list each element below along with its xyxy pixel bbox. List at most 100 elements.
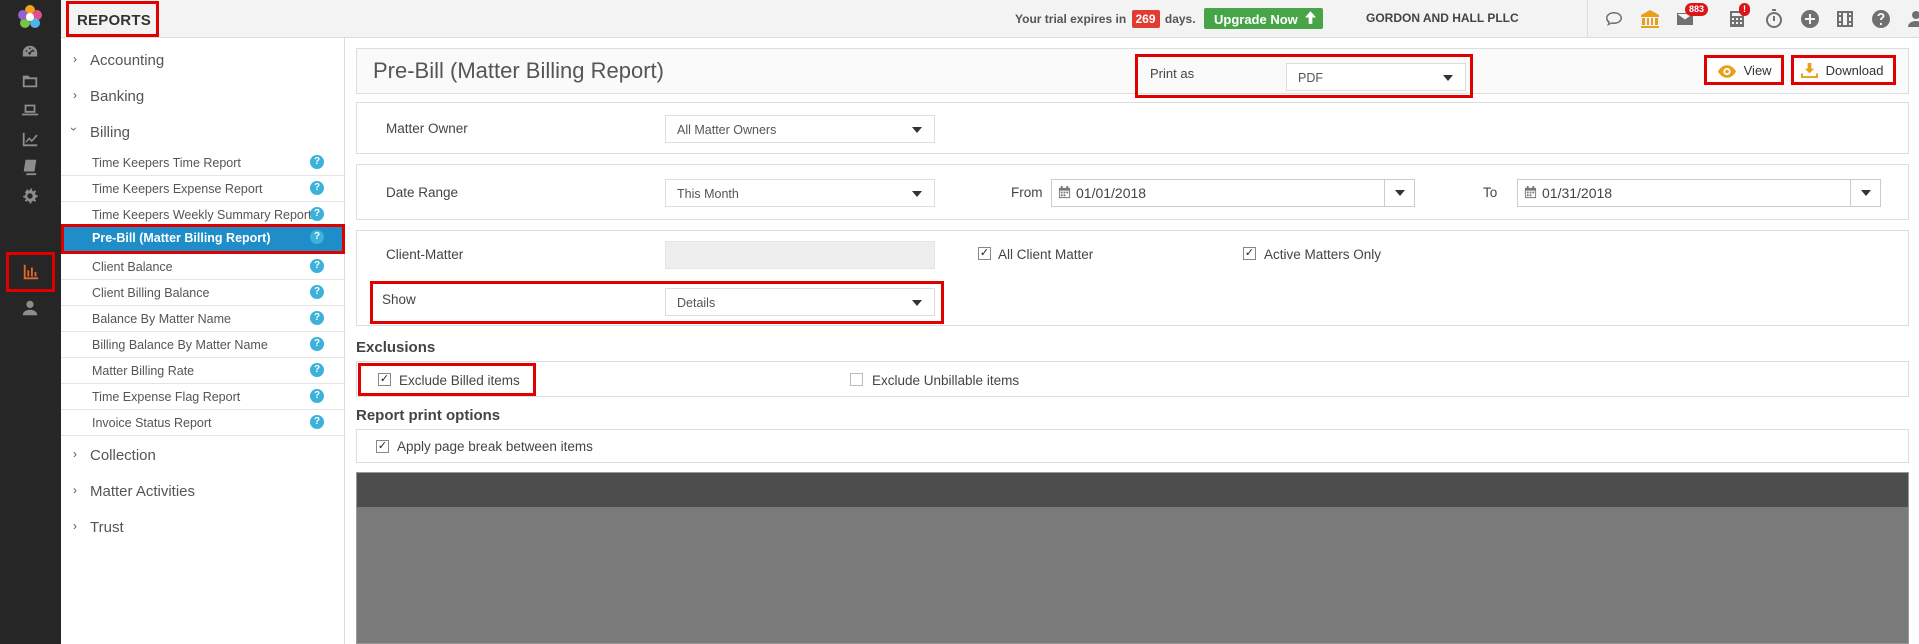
folder-icon[interactable]	[18, 69, 42, 93]
sidebar-group-trust[interactable]: › Trust	[61, 508, 345, 544]
matter-owner-label: Matter Owner	[386, 121, 468, 136]
exclusions-title: Exclusions	[356, 339, 436, 356]
help-circle-icon[interactable]: ?	[310, 155, 324, 169]
matter-owner-select[interactable]: All Matter Owners	[665, 115, 935, 143]
sidebar-item-label: Pre-Bill (Matter Billing Report)	[92, 231, 271, 245]
chart-line-icon[interactable]	[18, 127, 42, 151]
exclude-billed-checkbox[interactable]: ✓	[378, 373, 391, 386]
from-date-dropdown[interactable]	[1384, 180, 1414, 206]
arrow-up-icon	[1305, 11, 1317, 27]
date-range-select[interactable]: This Month	[665, 179, 935, 207]
bank-icon[interactable]	[1638, 7, 1662, 31]
view-button[interactable]: View	[1704, 55, 1784, 85]
sidebar-group-collection[interactable]: › Collection	[61, 436, 345, 472]
caret-down-icon	[912, 300, 922, 306]
sidebar-group-label: Matter Activities	[90, 483, 196, 500]
date-range-label: Date Range	[386, 185, 459, 200]
show-select[interactable]: Details	[665, 288, 935, 316]
show-group: Show Details	[370, 281, 944, 324]
help-circle-icon[interactable]: ?	[310, 363, 324, 377]
trial-suffix: days.	[1164, 12, 1196, 26]
sidebar-item-time-expense-flag-report[interactable]: Time Expense Flag Report ?	[61, 384, 345, 410]
help-circle-icon[interactable]: ?	[310, 207, 324, 221]
sidebar-item-balance-by-matter-name[interactable]: Balance By Matter Name ?	[61, 306, 345, 332]
eye-icon	[1718, 65, 1736, 81]
caret-down-icon	[912, 191, 922, 197]
from-label: From	[1011, 185, 1043, 200]
view-label: View	[1743, 63, 1772, 78]
exclude-unbillable-checkbox[interactable]	[850, 373, 863, 386]
page-break-checkbox[interactable]: ✓	[376, 440, 389, 453]
sidebar-group-label: Billing	[90, 124, 131, 141]
bar-chart-icon[interactable]	[6, 252, 55, 292]
to-date-field[interactable]: 01/31/2018	[1517, 179, 1881, 207]
mail-icon[interactable]: 883	[1673, 3, 1709, 31]
all-client-matter-checkbox[interactable]: ✓	[978, 247, 991, 260]
sidebar-group-banking[interactable]: › Banking	[61, 77, 345, 113]
reports-sidebar: › Accounting › Banking › Billing Time Ke…	[61, 38, 345, 644]
help-circle-icon[interactable]: ?	[310, 181, 324, 195]
sidebar-group-matter-activities[interactable]: › Matter Activities	[61, 472, 345, 508]
sidebar-group-accounting[interactable]: › Accounting	[61, 41, 345, 77]
active-matters-only-label: Active Matters Only	[1264, 247, 1382, 262]
sidebar-group-billing[interactable]: › Billing	[61, 113, 345, 149]
user-icon[interactable]	[1904, 7, 1919, 31]
to-date-value: 01/31/2018	[1542, 185, 1613, 201]
help-circle-icon[interactable]: ?	[310, 337, 324, 351]
sidebar-item-time-keepers-expense-report[interactable]: Time Keepers Expense Report ?	[61, 176, 345, 202]
calculator-alert-badge: !	[1739, 3, 1750, 16]
to-label: To	[1483, 185, 1498, 200]
upgrade-label: Upgrade Now	[1214, 12, 1298, 27]
to-date-dropdown[interactable]	[1850, 180, 1880, 206]
calculator-icon[interactable]: !	[1725, 3, 1750, 31]
help-circle-icon[interactable]: ?	[310, 230, 324, 244]
download-button[interactable]: Download	[1791, 55, 1896, 85]
settings-icon[interactable]	[18, 184, 42, 208]
dashboard-icon[interactable]	[18, 40, 42, 64]
book-icon[interactable]	[18, 155, 42, 179]
exclude-billed-label: Exclude Billed items	[399, 373, 520, 388]
sidebar-item-time-keepers-time-report[interactable]: Time Keepers Time Report ?	[61, 150, 345, 176]
sidebar-item-label: Client Billing Balance	[92, 286, 210, 300]
caret-down-icon	[1861, 190, 1871, 196]
from-date-field[interactable]: 01/01/2018	[1051, 179, 1415, 207]
print-as-value: PDF	[1298, 71, 1323, 85]
matter-owner-value: All Matter Owners	[677, 123, 777, 137]
top-bar: REPORTS Your trial expires in 269 days. …	[61, 0, 1919, 38]
client-matter-input[interactable]	[665, 241, 935, 269]
chat-icon[interactable]	[1602, 7, 1626, 31]
upgrade-button[interactable]: Upgrade Now	[1204, 8, 1323, 29]
sidebar-group-label: Accounting	[90, 52, 165, 69]
chevron-down-icon: ›	[67, 127, 81, 131]
sidebar-item-label: Time Keepers Weekly Summary Report	[92, 208, 312, 222]
app-logo-icon[interactable]	[15, 2, 45, 32]
laptop-icon[interactable]	[18, 98, 42, 122]
report-header-panel: Pre-Bill (Matter Billing Report) Print a…	[356, 48, 1909, 98]
sidebar-item-client-billing-balance[interactable]: Client Billing Balance ?	[61, 280, 345, 306]
sidebar-item-client-balance[interactable]: Client Balance ?	[61, 254, 345, 280]
report-preview	[356, 472, 1909, 644]
print-as-group: Print as PDF	[1135, 54, 1473, 98]
sidebar-item-invoice-status-report[interactable]: Invoice Status Report ?	[61, 410, 345, 436]
matter-owner-panel: Matter Owner All Matter Owners	[356, 102, 1909, 154]
download-label: Download	[1825, 63, 1884, 78]
sidebar-item-pre-bill[interactable]: Pre-Bill (Matter Billing Report) ?	[61, 224, 345, 254]
help-icon[interactable]	[1869, 7, 1893, 31]
sidebar-item-billing-balance-by-matter-name[interactable]: Billing Balance By Matter Name ?	[61, 332, 345, 358]
help-circle-icon[interactable]: ?	[310, 259, 324, 273]
add-icon[interactable]	[1798, 7, 1822, 31]
stopwatch-icon[interactable]	[1762, 7, 1786, 31]
help-circle-icon[interactable]: ?	[310, 415, 324, 429]
film-icon[interactable]	[1833, 7, 1857, 31]
help-circle-icon[interactable]: ?	[310, 311, 324, 325]
caret-down-icon	[1443, 75, 1453, 81]
sidebar-item-label: Invoice Status Report	[92, 416, 212, 430]
print-as-select[interactable]: PDF	[1286, 63, 1466, 91]
sidebar-item-matter-billing-rate[interactable]: Matter Billing Rate ?	[61, 358, 345, 384]
help-circle-icon[interactable]: ?	[310, 285, 324, 299]
person-icon[interactable]	[18, 296, 42, 320]
chevron-right-icon: ›	[73, 447, 77, 461]
print-as-label: Print as	[1150, 66, 1195, 81]
active-matters-only-checkbox[interactable]: ✓	[1243, 247, 1256, 260]
help-circle-icon[interactable]: ?	[310, 389, 324, 403]
